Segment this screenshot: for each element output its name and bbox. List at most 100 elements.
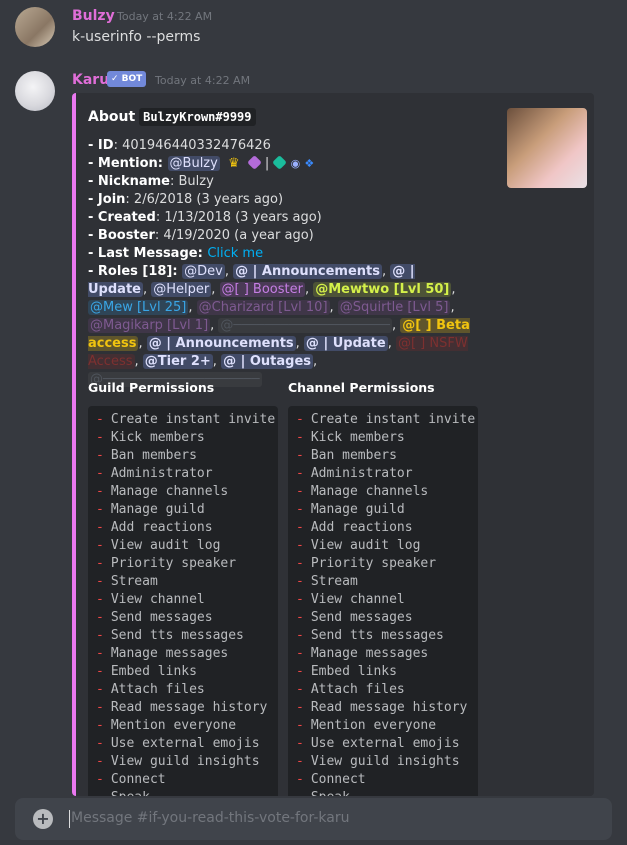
message-composer[interactable]: + Message #if-you-read-this-vote-for-kar…: [15, 798, 612, 840]
bullet-dash: -: [96, 592, 104, 607]
permission-item: - Attach files: [288, 681, 478, 699]
permission-label: Manage guild: [110, 502, 205, 517]
embed: About BulzyKrown#9999 - ID: 4019464403324…: [72, 93, 594, 796]
role-mention[interactable]: @ | Outages: [221, 354, 314, 369]
permission-item: - Manage guild: [288, 501, 478, 519]
permission-item: - Embed links: [88, 663, 278, 681]
permission-item: - Use external emojis: [88, 735, 278, 753]
permission-item: - Kick members: [88, 429, 278, 447]
permission-item: - View audit log: [288, 537, 478, 555]
user-mention[interactable]: @Bulzy: [167, 156, 220, 171]
permission-label: Priority speaker: [110, 556, 237, 571]
permission-item: - Manage guild: [88, 501, 278, 519]
bullet-dash: -: [96, 772, 104, 787]
permission-item: - Connect: [88, 771, 278, 789]
permission-label: View guild insights: [310, 754, 460, 769]
permission-label: Manage channels: [110, 484, 229, 499]
avatar[interactable]: [15, 7, 55, 47]
permission-item: - Add reactions: [88, 519, 278, 537]
bullet-dash: -: [96, 736, 104, 751]
permission-label: Manage channels: [310, 484, 429, 499]
plus-circle-icon[interactable]: +: [33, 809, 53, 829]
role-mention[interactable]: @Mewtwo [Lvl 50]: [313, 282, 452, 297]
bullet-dash: -: [96, 664, 104, 679]
field-nickname: - Nickname: Bulzy: [88, 174, 214, 189]
permission-item: - Administrator: [288, 465, 478, 483]
permission-item: - Manage channels: [288, 483, 478, 501]
permission-label: View channel: [110, 592, 205, 607]
permission-label: Use external emojis: [310, 736, 460, 751]
bullet-dash: -: [296, 628, 304, 643]
permission-label: Manage messages: [110, 646, 229, 661]
role-mention[interactable]: @Charizard [Lvl 10]: [196, 300, 330, 315]
permission-label: Stream: [310, 574, 358, 589]
bullet-dash: -: [96, 430, 104, 445]
bughunter-icon: ◉: [290, 157, 301, 170]
permission-label: Speak: [311, 790, 350, 796]
bullet-dash: -: [96, 466, 104, 481]
field-join: - Join: 2/6/2018 (3 years ago): [88, 192, 284, 207]
permission-label: Read message history: [110, 700, 268, 715]
role-mention[interactable]: @ | Update: [303, 336, 388, 351]
verified-badge-icon: [272, 155, 288, 170]
bullet-dash: -: [96, 610, 104, 625]
permission-label: Ban members: [110, 448, 197, 463]
bullet-dash: -: [96, 502, 104, 517]
permission-item: - Administrator: [88, 465, 278, 483]
permission-label: Add reactions: [310, 520, 413, 535]
permission-label: View audit log: [310, 538, 421, 553]
permission-label: Priority speaker: [310, 556, 437, 571]
permission-label: Attach files: [310, 682, 405, 697]
role-mention[interactable]: @Squirtle [Lvl 5]: [337, 300, 451, 315]
role-mention[interactable]: @────────────────────: [218, 318, 392, 333]
field-booster: - Booster: 4/19/2020 (a year ago): [88, 228, 314, 243]
role-mention[interactable]: @Dev: [182, 264, 225, 279]
field-last-message: - Last Message: Click me: [88, 246, 264, 261]
embed-fields: - ID: 401946440332476426 - Mention: @Bul…: [88, 137, 488, 389]
field-created: - Created: 1/13/2018 (3 years ago): [88, 210, 322, 225]
developer-icon: ❖: [304, 157, 315, 170]
channel-permissions-codeblock: - Create instant invite - Kick members - Ban …: [288, 406, 478, 796]
timestamp: Today at 4:22 AM: [117, 10, 213, 23]
permission-item: - View channel: [88, 591, 278, 609]
permission-item: - Read message history: [288, 699, 478, 717]
username-bulzy[interactable]: Bulzy: [72, 8, 115, 24]
permission-label: Kick members: [310, 430, 405, 445]
permission-label: View audit log: [110, 538, 221, 553]
field-mention: - Mention: @Bulzy ♛ | ◉ ❖: [88, 155, 315, 171]
bullet-dash: -: [96, 556, 104, 571]
bullet-dash: -: [296, 430, 304, 445]
permission-label: Manage guild: [310, 502, 405, 517]
permission-label: Send tts messages: [310, 628, 444, 643]
username-karu[interactable]: Karu: [72, 72, 109, 88]
permission-label: Add reactions: [110, 520, 213, 535]
bullet-dash: -: [96, 790, 104, 796]
permission-item: - Speak: [288, 789, 478, 796]
avatar[interactable]: [15, 71, 55, 111]
permission-item: - Attach files: [88, 681, 278, 699]
text-caret: [69, 810, 70, 828]
permission-label: Speak: [111, 790, 150, 796]
role-mention[interactable]: @[ ] Booster: [219, 282, 305, 297]
role-mention[interactable]: @Magikarp [Lvl 1]: [88, 318, 211, 333]
role-mention[interactable]: @Helper: [151, 282, 212, 297]
permission-label: Ban members: [310, 448, 397, 463]
role-mention[interactable]: @ | Announcements: [233, 264, 382, 279]
message-input[interactable]: Message #if-you-read-this-vote-for-karu: [71, 810, 349, 826]
permission-label: Mention everyone: [110, 718, 237, 733]
channel-permissions-title: Channel Permissions: [288, 380, 435, 395]
last-message-link[interactable]: Click me: [207, 246, 263, 261]
bot-badge: ✓ BOT: [107, 71, 147, 87]
role-mention[interactable]: @Mew [Lvl 25]: [88, 300, 189, 315]
permission-item: - Manage channels: [88, 483, 278, 501]
bullet-dash: -: [96, 574, 104, 589]
bullet-dash: -: [296, 772, 304, 787]
role-mention[interactable]: @ | Announcements: [146, 336, 296, 351]
permission-label: Manage messages: [310, 646, 429, 661]
bullet-dash: -: [96, 412, 104, 427]
permission-item: - Connect: [288, 771, 478, 789]
embed-title-text: About: [88, 109, 136, 125]
nitro-gem-icon: [246, 155, 262, 170]
role-mention[interactable]: @Tier 2+: [142, 354, 213, 369]
embed-thumbnail[interactable]: [507, 108, 587, 188]
